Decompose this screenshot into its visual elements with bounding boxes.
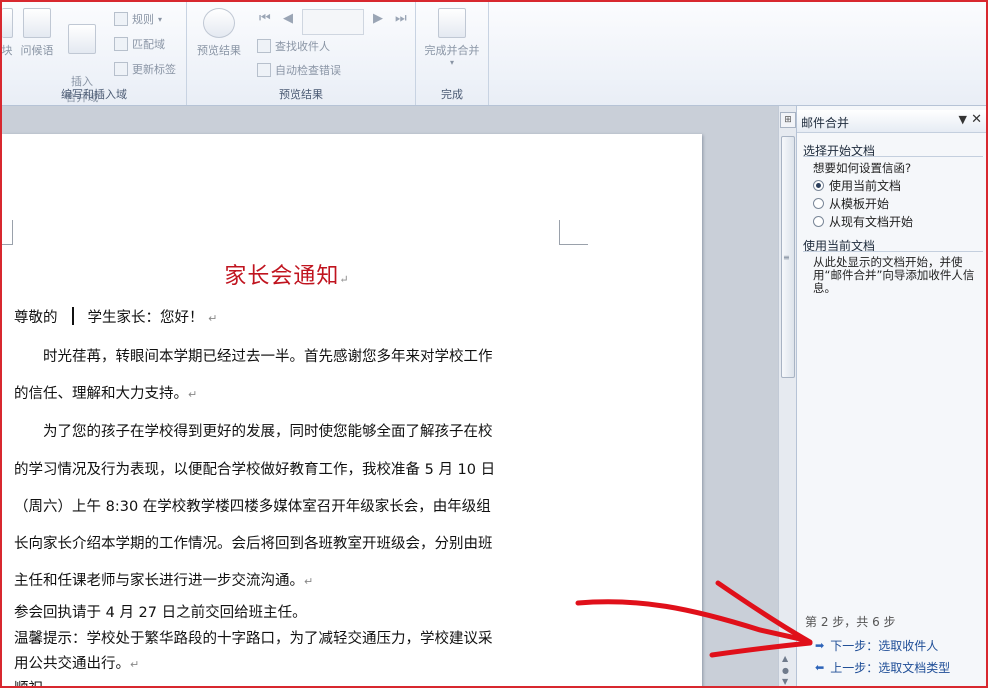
first-record-icon[interactable]: ⏮	[259, 11, 271, 26]
document-title: 家长会通知↵	[224, 264, 350, 289]
next-record-icon[interactable]: ▶	[373, 11, 383, 26]
preview-results-button[interactable]: 预览结果	[191, 8, 247, 58]
ruler-toggle-icon[interactable]: ⊞	[780, 112, 796, 128]
pane-header: 邮件合并 ▼ ✕	[797, 110, 986, 133]
scroll-down-icon[interactable]: ▼	[782, 677, 788, 686]
auto-check-errors-icon	[257, 63, 271, 77]
find-recipient-button[interactable]: 查找收件人	[257, 37, 330, 55]
document-line: 温馨提示：学校处于繁华路段的十字路口，为了减轻交通压力，学校建议采	[14, 631, 493, 647]
chevron-down-icon: ▾	[158, 14, 163, 24]
document-page[interactable]: 家长会通知↵ 尊敬的 学生家长：您好！ ↵ 时光荏苒，转眼间本学期已经过去一半。首…	[2, 134, 702, 686]
radio-icon	[813, 198, 824, 209]
update-labels-button[interactable]: 更新标签	[114, 60, 176, 78]
text-cursor	[71, 307, 74, 325]
record-number-input[interactable]	[302, 9, 364, 35]
pane-menu-icon[interactable]: ▼	[959, 113, 967, 126]
document-line: （周六）上午 8:30 在学校教学楼四楼多媒体室召开年级家长会，由年级组	[14, 499, 491, 515]
question-label: 想要如何设置信函?	[813, 161, 912, 175]
previous-step-link[interactable]: ⬅ 上一步：选取文档类型	[815, 659, 950, 676]
preview-results-icon	[203, 8, 235, 38]
group-label-finish: 完成	[441, 88, 463, 101]
radio-icon	[813, 216, 824, 227]
match-fields-icon	[114, 37, 128, 51]
last-record-icon[interactable]: ⏭	[395, 11, 407, 26]
mail-merge-pane: 邮件合并 ▼ ✕ 选择开始文档 想要如何设置信函? 使用当前文档 从模板开始 从…	[796, 106, 986, 686]
finish-merge-icon	[438, 8, 466, 38]
scroll-up-icon[interactable]: ▲	[782, 654, 788, 663]
document-area: 家长会通知↵ 尊敬的 学生家长：您好！ ↵ 时光荏苒，转眼间本学期已经过去一半。首…	[2, 106, 778, 686]
ribbon-group-preview: 预览结果 ⏮ ◀ ▶ ⏭ 查找收件人 自动检查错误 预览结果	[187, 2, 416, 105]
address-block-icon	[2, 8, 13, 38]
document-line: 主任和任课老师与家长进行进一步交流沟通。↵	[14, 573, 314, 589]
greeting-line-button[interactable]: 问候语	[17, 8, 57, 58]
chevron-down-icon: ▾	[449, 58, 454, 67]
rules-button[interactable]: 规则 ▾	[114, 10, 162, 28]
crop-mark-right	[559, 220, 588, 245]
auto-check-errors-button[interactable]: 自动检查错误	[257, 61, 341, 79]
document-line: 尊敬的 学生家长：您好！ ↵	[14, 306, 217, 327]
grip-icon: ≡	[783, 253, 790, 262]
step-indicator: 第 2 步，共 6 步	[805, 615, 896, 629]
document-line: 顺祝↵	[14, 677, 52, 686]
group-label-preview: 预览结果	[279, 88, 323, 101]
rules-icon	[114, 12, 128, 26]
document-line: 为了您的孩子在学校得到更好的发展，同时使您能够全面了解孩子在校	[14, 424, 493, 440]
description-text: 从此处显示的文档开始，并使用“邮件合并”向导添加收件人信息。	[813, 255, 975, 295]
document-line: 的学习情况及行为表现，以便配合学校做好教育工作，我校准备 5 月 10 日	[14, 462, 496, 478]
ribbon-group-finish: 完成并合并 ▾ 完成	[416, 2, 489, 105]
close-icon[interactable]: ✕	[971, 112, 982, 127]
word-window: 块 问候语 插入 合并域 规则 ▾ 匹配域 更新标签 编写和插入域 预览结果 ⏮…	[0, 0, 988, 688]
ribbon: 块 问候语 插入 合并域 规则 ▾ 匹配域 更新标签 编写和插入域 预览结果 ⏮…	[2, 2, 986, 106]
address-block-button[interactable]: 块	[2, 8, 16, 58]
next-step-link[interactable]: ➡ 下一步：选取收件人	[815, 637, 938, 654]
update-labels-icon	[114, 62, 128, 76]
greeting-line-icon	[23, 8, 51, 38]
document-line: 长向家长介绍本学期的工作情况。会后将回到各班教室开班级会，分别由班	[14, 536, 493, 552]
group-label-write-insert: 编写和插入域	[61, 88, 127, 101]
arrow-right-icon: ➡	[815, 639, 825, 652]
finish-merge-button[interactable]: 完成并合并 ▾	[418, 8, 486, 67]
document-line: 的信任、理解和大力支持。↵	[14, 386, 198, 402]
radio-use-current-document[interactable]: 使用当前文档	[813, 177, 901, 194]
find-recipient-icon	[257, 39, 271, 53]
arrow-left-icon: ⬅	[815, 661, 825, 674]
previous-record-icon[interactable]: ◀	[283, 11, 293, 26]
ribbon-group-write-insert: 块 问候语 插入 合并域 规则 ▾ 匹配域 更新标签 编写和插入域	[2, 2, 187, 105]
radio-start-from-existing[interactable]: 从现有文档开始	[813, 213, 913, 230]
match-fields-button[interactable]: 匹配域	[114, 35, 165, 53]
divider	[803, 251, 983, 252]
document-line: 时光荏苒，转眼间本学期已经过去一半。首先感谢您多年来对学校工作	[14, 349, 493, 365]
divider	[803, 156, 983, 157]
radio-selected-icon	[813, 180, 824, 191]
insert-merge-field-icon	[68, 24, 96, 54]
document-line: 参会回执请于 4 月 27 日之前交回给班主任。	[14, 605, 307, 621]
vertical-scrollbar[interactable]: ⊞ ≡ ▲ ● ▼	[778, 106, 796, 686]
radio-start-from-template[interactable]: 从模板开始	[813, 195, 889, 212]
document-line: 用公共交通出行。↵	[14, 656, 140, 672]
browse-object-icon[interactable]: ●	[782, 666, 789, 675]
crop-mark-left	[2, 220, 13, 245]
